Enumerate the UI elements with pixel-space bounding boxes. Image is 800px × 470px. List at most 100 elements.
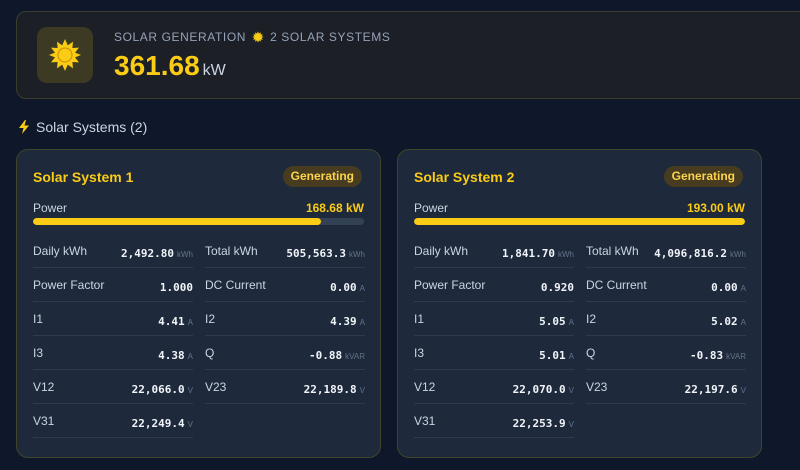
metric-item: V23 22,197.6 V [586, 370, 746, 404]
metric-value-group: 22,253.9 V [513, 414, 574, 432]
metric-unit: A [187, 352, 193, 361]
metric-label: I1 [414, 312, 425, 326]
metric-unit: A [740, 284, 746, 293]
metric-item: Total kWh 505,563.3 kWh [205, 234, 365, 268]
metric-unit: V [359, 386, 365, 395]
metric-label: Total kWh [586, 244, 639, 258]
metric-value: 4,096,816.2 [654, 247, 727, 260]
metric-item: Q -0.88 kVAR [205, 336, 365, 370]
metric-label: I2 [205, 312, 216, 326]
metric-label: V12 [33, 380, 55, 394]
metric-value-group: 22,070.0 V [513, 380, 574, 398]
metric-value: 5.02 [711, 315, 738, 328]
metric-value: 0.00 [711, 281, 738, 294]
metric-unit: A [359, 318, 365, 327]
metric-value-group: 2,492.80 kWh [121, 244, 193, 262]
metric-label: V31 [414, 414, 436, 428]
metric-label: V23 [205, 380, 227, 394]
status-badge: Generating [663, 166, 743, 187]
metric-item: I1 4.41 A [33, 302, 193, 336]
metric-label: Power Factor [33, 278, 105, 292]
metric-label: Total kWh [205, 244, 258, 258]
power-bar-fill [414, 218, 745, 225]
metric-value: 0.920 [540, 281, 574, 294]
metric-value: 2,492.80 [121, 247, 174, 260]
metric-unit: A [568, 318, 574, 327]
metric-item: V12 22,070.0 V [414, 370, 574, 404]
metric-label: Q [205, 346, 215, 360]
metric-value: 4.38 [158, 349, 185, 362]
metric-value: 1.000 [159, 281, 193, 294]
power-bar-fill [33, 218, 321, 225]
solar-system-card[interactable]: Solar System 2 Generating Power 193.00 kW Da… [397, 149, 762, 458]
metric-value: 1,841.70 [502, 247, 555, 260]
metric-label: V31 [33, 414, 55, 428]
metric-value: 4.39 [330, 315, 357, 328]
metric-label: DC Current [205, 278, 266, 292]
metric-item: I2 5.02 A [586, 302, 746, 336]
metric-item: Power Factor 1.000 [33, 268, 193, 302]
metric-unit: V [187, 386, 193, 395]
metric-unit: V [187, 420, 193, 429]
metric-item: I1 5.05 A [414, 302, 574, 336]
power-value: 168.68 kW [305, 201, 364, 215]
metric-unit: kVAR [345, 352, 365, 361]
metric-unit: A [359, 284, 365, 293]
section-title-text: Solar Systems (2) [36, 119, 148, 135]
metric-value-group: 505,563.3 kWh [286, 244, 365, 262]
metric-value-group: -0.83 kVAR [690, 346, 746, 364]
metric-value: 22,253.9 [512, 417, 566, 430]
metric-unit: V [568, 420, 574, 429]
metric-value-group: 4,096,816.2 kWh [654, 244, 746, 262]
metric-value-group: 4.39 A [330, 312, 365, 330]
total-generation: 361.68 kW [114, 50, 226, 82]
metric-value: -0.88 [309, 349, 343, 362]
metric-item: Total kWh 4,096,816.2 kWh [586, 234, 746, 268]
metric-label: V12 [414, 380, 436, 394]
metric-item: V31 22,253.9 V [414, 404, 574, 438]
metric-unit: kWh [349, 250, 365, 259]
metric-value-group: 1,841.70 kWh [502, 244, 574, 262]
solar-system-card[interactable]: Solar System 1 Generating Power 168.68 kW Da… [16, 149, 381, 458]
metric-value: 505,563.3 [286, 247, 346, 260]
total-generation-value: 361.68 [114, 50, 200, 81]
metric-label: I1 [33, 312, 44, 326]
metric-label: Power Factor [414, 278, 486, 292]
metric-item: V31 22,249.4 V [33, 404, 193, 438]
metric-unit: A [187, 318, 193, 327]
metric-value: -0.83 [690, 349, 724, 362]
power-label: Power [414, 201, 449, 215]
metric-value: 22,189.8 [303, 383, 357, 396]
metric-value-group: 5.05 A [539, 312, 574, 330]
metric-item: I3 5.01 A [414, 336, 574, 370]
metric-value-group: 4.41 A [158, 312, 193, 330]
metric-value-group: 4.38 A [158, 346, 193, 364]
metric-label: Daily kWh [414, 244, 469, 258]
metric-unit: A [740, 318, 746, 327]
sun-icon [49, 39, 81, 71]
metric-label: Q [586, 346, 596, 360]
metric-unit: A [568, 352, 574, 361]
metric-item: V12 22,066.0 V [33, 370, 193, 404]
metric-unit: V [740, 386, 746, 395]
metric-value-group: 5.01 A [539, 346, 574, 364]
metric-value-group: -0.88 kVAR [309, 346, 365, 364]
metric-value-group: 0.00 A [711, 278, 746, 296]
metric-value-group: 22,066.0 V [132, 380, 193, 398]
sun-small-icon [252, 31, 264, 43]
system-name: Solar System 2 [414, 169, 515, 185]
metric-item: Daily kWh 2,492.80 kWh [33, 234, 193, 268]
metric-label: I2 [586, 312, 597, 326]
lightning-bolt-icon [19, 120, 29, 134]
metric-item: Power Factor 0.920 [414, 268, 574, 302]
metric-value: 5.05 [539, 315, 566, 328]
metric-label: Daily kWh [33, 244, 88, 258]
sun-icon-tile [37, 27, 93, 83]
metric-label: I3 [33, 346, 44, 360]
systems-count-label: 2 SOLAR SYSTEMS [270, 30, 391, 44]
metric-unit: kWh [558, 250, 574, 259]
metric-value-group: 0.00 A [330, 278, 365, 296]
metric-item: I3 4.38 A [33, 336, 193, 370]
metric-value: 22,249.4 [131, 417, 185, 430]
metric-value-group: 22,197.6 V [685, 380, 746, 398]
